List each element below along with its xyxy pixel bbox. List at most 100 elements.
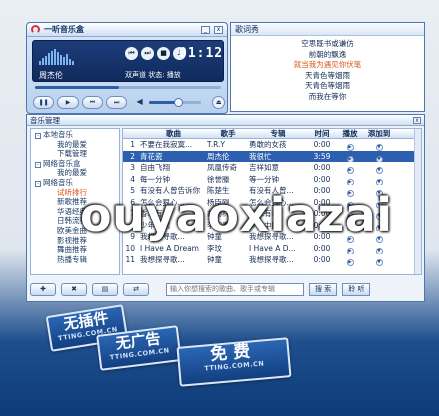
song-album: I Have A D... <box>249 243 296 253</box>
col-album[interactable]: 专辑 <box>249 129 307 138</box>
tree-item[interactable]: 热播专辑 <box>31 255 119 265</box>
lyric-line: 天青色等烟雨 <box>305 81 350 90</box>
mode-button[interactable]: ▤ <box>92 282 118 296</box>
song-title: 不要在我寂寞... <box>140 140 193 149</box>
add-button[interactable]: ✚ <box>30 282 56 296</box>
collapse-icon[interactable]: - <box>35 133 41 139</box>
prev-button[interactable]: ⏮ <box>81 95 104 109</box>
player-window: 一听音乐盒 _ x 周杰伦 ⏮ ⏭ ■ ♪ 01:12 双声道 状态: 播放 ❚… <box>26 22 228 114</box>
row-number: 1 <box>130 140 135 149</box>
play-button[interactable]: ▶ <box>57 95 79 109</box>
col-artist[interactable]: 歌手 <box>207 129 249 138</box>
badge-free: 免费 TTING.COM.CN <box>176 337 292 387</box>
app-logo-icon <box>31 25 40 34</box>
lyric-line: 而我在等你 <box>308 91 347 101</box>
song-duration: 3:59 <box>313 151 331 161</box>
loop-button[interactable]: ⇄ <box>123 282 149 296</box>
manager-close-button[interactable]: x <box>413 116 421 124</box>
col-play[interactable]: 播放 <box>337 129 363 138</box>
add-to-icon[interactable]: ▼ <box>375 259 383 266</box>
manager-bottom-bar: ✚ ✖ ▤ ⇄ 搜 索 聆 听 <box>30 278 422 300</box>
tree-item-label: 热播专辑 <box>57 254 87 264</box>
song-artist: T.R.Y <box>207 140 225 149</box>
song-duration: 0:00 <box>313 163 331 172</box>
song-title: 我想探寻歌... <box>140 255 185 264</box>
lyric-line: 就当我为遇见你伏笔 <box>293 60 362 69</box>
lyrics-window: 歌词秀 空思既书或谦仿 前朝的飘逸 就当我为遇见你伏笔 天青色等烟雨 天青色等烟雨 而我在… <box>230 22 425 112</box>
search-button[interactable]: 搜 索 <box>309 282 338 296</box>
song-duration: 0:00 <box>313 174 331 184</box>
row-number: 10 <box>125 243 135 253</box>
col-add[interactable]: 添加到 <box>363 129 395 138</box>
tree-item[interactable]: 舞曲推荐 <box>31 245 119 255</box>
now-playing-artist: 周杰伦 <box>39 71 63 80</box>
song-album: 我很忙 <box>249 151 272 161</box>
song-artist: 徐誉滕 <box>207 174 230 184</box>
visualizer <box>39 47 83 65</box>
pause-button[interactable]: ❚❚ <box>33 95 55 109</box>
song-duration: 0:00 <box>313 243 331 253</box>
tree-item[interactable]: 我的最爱 <box>31 140 119 150</box>
song-title: 每一分钟 <box>140 174 170 184</box>
delete-button[interactable]: ✖ <box>61 282 87 296</box>
manager-titlebar: 音乐管理 x <box>27 115 424 126</box>
next-button[interactable]: ⏭ <box>106 95 128 109</box>
lyrics-lines: 空思既书或谦仿 前朝的飘逸 就当我为遇见你伏笔 天青色等烟雨 天青色等烟雨 而我在等你 <box>231 36 424 102</box>
close-button[interactable]: x <box>214 25 223 34</box>
song-title: 自由飞翔 <box>140 163 170 172</box>
minimize-button[interactable]: _ <box>201 25 210 34</box>
col-time[interactable]: 时间 <box>307 129 337 138</box>
tree-item[interactable]: - 本地音乐 <box>31 130 119 140</box>
listen-button[interactable]: 聆 听 <box>342 282 371 296</box>
song-list-header: 歌曲 歌手 专辑 时间 播放 添加到 <box>123 129 421 139</box>
table-row[interactable]: 1 不要在我寂寞... T.R.Y 勇敢的女孩 0:00 ▶ ▼ <box>123 139 421 151</box>
row-number: 4 <box>130 174 135 184</box>
song-artist: 凤凰传奇 <box>207 163 237 172</box>
lyrics-title: 歌词秀 <box>231 23 424 36</box>
song-title: 青花瓷 <box>140 151 163 161</box>
song-list-scrollbar[interactable] <box>414 129 421 274</box>
tree-item[interactable]: 下载管理 <box>31 149 119 159</box>
next-icon[interactable]: ⏭ <box>141 47 154 60</box>
time-display: 01:12 <box>179 46 224 61</box>
tree-item[interactable]: - 网络音乐 <box>31 178 119 188</box>
search-input[interactable] <box>166 282 304 296</box>
song-album: 勇敢的女孩 <box>249 140 287 149</box>
prev-icon[interactable]: ⏮ <box>125 47 138 60</box>
collapse-icon[interactable]: - <box>35 161 41 168</box>
stop-icon[interactable]: ■ <box>157 47 170 60</box>
collapse-icon[interactable]: - <box>35 180 41 187</box>
progress-bar[interactable] <box>35 86 221 89</box>
status-text: 双声道 状态: 播放 <box>125 71 181 79</box>
table-row[interactable]: 2 青花瓷 周杰伦 我很忙 3:59 ▶ ▼ <box>123 150 421 162</box>
volume-icon[interactable]: ◀ <box>136 97 146 107</box>
lyric-line: 天青色等烟雨 <box>305 70 350 80</box>
volume-knob[interactable] <box>173 97 183 107</box>
table-row[interactable]: 4 每一分钟 徐誉滕 等一分钟 0:00 ▶ ▼ <box>123 174 421 185</box>
song-artist: 李玟 <box>207 243 222 253</box>
col-song[interactable]: 歌曲 <box>137 129 207 138</box>
eject-button[interactable]: ⏏ <box>212 95 226 109</box>
tree-item-label: 网络音乐盒 <box>43 158 81 168</box>
song-artist: 钟童 <box>207 255 222 264</box>
row-number: 2 <box>130 151 135 161</box>
volume-slider[interactable] <box>149 97 202 107</box>
transport-bar: ❚❚ ▶ ⏮ ⏭ ◀ ⏏ <box>33 93 226 111</box>
play-icon[interactable]: ▶ <box>346 259 354 266</box>
table-row[interactable]: 11 我想探寻歌... 钟童 我想探寻歌... 0:00 ▶ ▼ <box>123 254 421 266</box>
song-title: I Have A Dream <box>140 243 199 253</box>
player-title: 一听音乐盒 <box>44 25 84 34</box>
tree-item[interactable]: 我的最爱 <box>31 168 119 178</box>
song-album: 吉祥如意 <box>249 163 279 172</box>
tree-item[interactable]: - 网络音乐盒 <box>31 159 119 169</box>
lyric-line: 前朝的飘逸 <box>308 49 347 59</box>
tree-item-label: 舞曲推荐 <box>57 245 87 255</box>
player-titlebar: 一听音乐盒 _ x <box>27 23 227 37</box>
table-row[interactable]: 10 I Have A Dream 李玟 I Have A D... 0:00 ▶ ▼ <box>123 243 421 254</box>
table-row[interactable]: 3 自由飞翔 凤凰传奇 吉祥如意 0:00 ▶ ▼ <box>123 162 421 174</box>
song-album: 我想探寻歌... <box>249 255 294 264</box>
song-artist: 周杰伦 <box>207 151 230 161</box>
lyric-line: 空思既书或谦仿 <box>301 39 354 48</box>
row-number: 11 <box>125 255 135 264</box>
manager-title: 音乐管理 <box>30 115 60 125</box>
